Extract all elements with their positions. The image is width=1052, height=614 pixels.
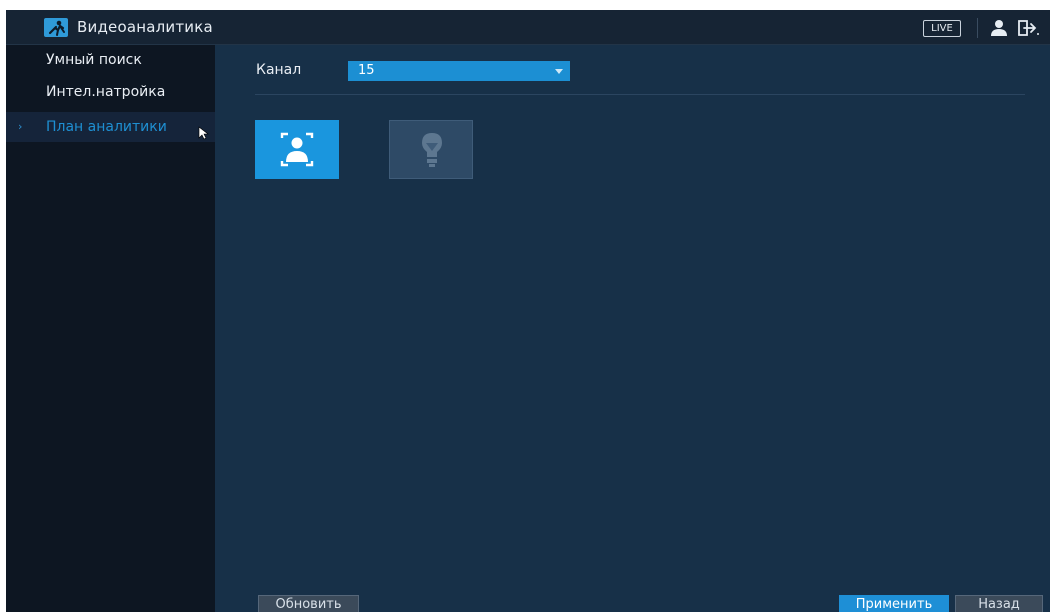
sidebar: Умный поиск Интел.натройка › План аналит… [6, 45, 215, 612]
channel-label: Канал [256, 62, 302, 78]
face-detection-tile[interactable] [255, 120, 339, 179]
header-bar: Видеоаналитика LIVE [6, 10, 1050, 45]
lightbulb-tile[interactable] [389, 120, 473, 179]
back-button[interactable]: Назад [955, 595, 1043, 612]
main-panel: Канал 15 Обновить Применить Назад [215, 45, 1050, 612]
divider [255, 94, 1025, 95]
channel-value: 15 [358, 63, 375, 78]
live-button[interactable]: LIVE [923, 20, 961, 37]
video-analytics-icon [44, 18, 68, 37]
channel-select[interactable]: 15 [348, 61, 570, 81]
sidebar-item-analytics-plan[interactable]: › План аналитики [6, 112, 215, 142]
logout-icon[interactable] [1017, 19, 1041, 37]
sidebar-item-intel-settings[interactable]: Интел.натройка [6, 77, 215, 107]
mouse-cursor-icon [198, 121, 209, 140]
app-title: Видеоаналитика [77, 18, 213, 36]
chevron-down-icon [555, 69, 563, 74]
header-divider [977, 18, 978, 38]
chevron-right-icon: › [18, 120, 23, 133]
footer-bar: Обновить Применить Назад [215, 591, 1050, 612]
user-icon[interactable] [989, 19, 1009, 37]
apply-button[interactable]: Применить [839, 595, 949, 612]
sidebar-item-label: Интел.натройка [46, 84, 166, 100]
face-detection-icon [280, 132, 314, 167]
sidebar-item-smart-search[interactable]: Умный поиск [6, 45, 215, 75]
screen: Видеоаналитика LIVE Умный поиск Интел.на… [6, 10, 1050, 612]
refresh-button[interactable]: Обновить [258, 595, 359, 612]
sidebar-item-label: План аналитики [46, 119, 167, 135]
sidebar-item-label: Умный поиск [46, 52, 142, 68]
lightbulb-icon [422, 133, 442, 167]
